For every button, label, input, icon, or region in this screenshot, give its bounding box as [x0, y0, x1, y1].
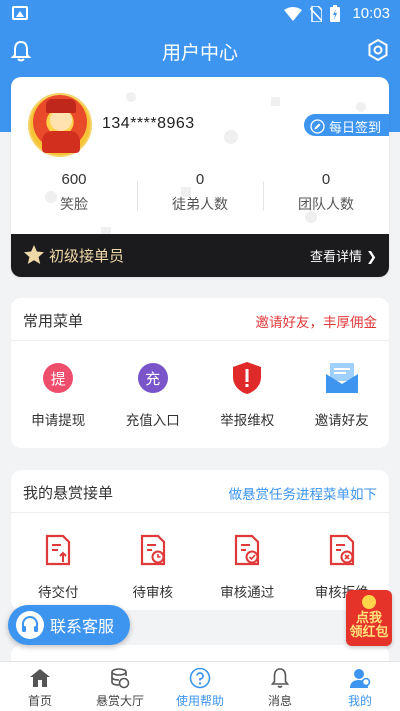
reject-document-icon	[329, 534, 354, 566]
reward-hint: 做悬赏任务进程菜单如下	[228, 487, 378, 503]
home-icon	[30, 669, 50, 687]
order-status-label: 待交付	[38, 585, 79, 601]
order-status-label: 审核通过	[220, 585, 275, 601]
menu-item-label: 举报维权	[220, 413, 275, 429]
common-menu-section: 常用菜单 邀请好友，丰厚佣金 提 申请提现 充 充值入口 举报维权 邀请好友	[11, 298, 389, 448]
menu-item-label: 申请提现	[31, 413, 86, 429]
section-header: 常用菜单 邀请好友，丰厚佣金	[11, 298, 389, 341]
chevron-right-icon: ❯	[366, 250, 377, 265]
status-bar: 10:03	[0, 0, 400, 28]
stat-value: 0	[195, 171, 205, 188]
next-section-partial	[11, 645, 389, 661]
upload-document-icon	[46, 534, 71, 566]
stats-row: 600 笑脸 0 徒弟人数 0 团队人数	[11, 171, 389, 214]
order-pending-review[interactable]: 待审核	[106, 533, 201, 601]
red-packet-line2: 领红包	[349, 625, 389, 640]
edit-icon	[310, 118, 325, 134]
page-title: 用户中心	[161, 42, 238, 64]
clock-document-icon	[140, 534, 165, 566]
stat-smiles[interactable]: 600 笑脸	[11, 171, 137, 214]
section-title: 常用菜单	[23, 312, 84, 330]
daily-signin-button[interactable]: 每日签到	[303, 114, 389, 136]
wifi-icon	[284, 6, 302, 21]
image-notification-icon	[12, 6, 28, 20]
stat-label: 笑脸	[60, 197, 88, 213]
tab-label: 使用帮助	[175, 694, 224, 708]
status-icons	[284, 5, 340, 22]
reward-orders-section: 我的悬赏接单 做悬赏任务进程菜单如下 待交付 待审核 审核通过 审核拒绝	[11, 470, 389, 610]
section-header: 我的悬赏接单 做悬赏任务进程菜单如下	[11, 470, 389, 513]
tab-help[interactable]: 使用帮助	[160, 662, 240, 711]
clock: 10:03	[352, 5, 390, 22]
profile-card: 134****8963 每日签到 600 笑脸 0 徒弟人数 0 团队人数 初级…	[11, 77, 389, 277]
user-icon	[350, 669, 371, 688]
stat-team[interactable]: 0 团队人数	[263, 171, 389, 214]
app-header: 用户中心	[0, 28, 400, 74]
level-bar[interactable]: 初级接单员 查看详情 ❯	[11, 234, 389, 277]
stat-value: 0	[321, 171, 331, 188]
user-phone: 134****8963	[102, 115, 195, 132]
tab-label: 我的	[347, 694, 372, 708]
order-status-label: 待审核	[132, 585, 174, 601]
help-icon	[189, 667, 211, 689]
view-details-link[interactable]: 查看详情 ❯	[310, 246, 377, 265]
menu-item-report[interactable]: 举报维权	[200, 361, 295, 429]
menu-item-label: 邀请好友	[314, 413, 369, 429]
recharge-icon: 充	[137, 363, 168, 393]
order-pending-delivery[interactable]: 待交付	[11, 533, 106, 601]
no-sim-icon	[310, 5, 322, 22]
menu-grid: 提 申请提现 充 充值入口 举报维权 邀请好友	[11, 341, 389, 429]
contact-service-label: 联系客服	[50, 617, 115, 636]
stat-value: 600	[61, 171, 87, 188]
tab-reward-hall[interactable]: 悬赏大厅	[80, 662, 160, 711]
withdraw-icon: 提	[43, 363, 74, 393]
envelope-icon	[325, 363, 358, 393]
bottom-tab-bar: 首页 悬赏大厅 使用帮助 消息 我的	[0, 661, 400, 711]
order-status-grid: 待交付 待审核 审核通过 审核拒绝	[11, 513, 389, 601]
bell-icon	[270, 668, 290, 688]
menu-item-withdraw[interactable]: 提 申请提现	[11, 361, 106, 429]
menu-item-invite[interactable]: 邀请好友	[295, 361, 390, 429]
menu-item-label: 充值入口	[125, 413, 180, 429]
tab-home[interactable]: 首页	[0, 662, 80, 711]
check-document-icon	[235, 534, 260, 566]
stat-apprentices[interactable]: 0 徒弟人数	[137, 171, 263, 214]
stat-label: 徒弟人数	[172, 197, 228, 213]
menu-item-recharge[interactable]: 充 充值入口	[106, 361, 201, 429]
settings-icon[interactable]	[366, 38, 390, 62]
avatar[interactable]	[28, 93, 92, 157]
shield-alert-icon	[233, 362, 262, 394]
red-packet-line1: 点我	[355, 611, 382, 626]
signin-label: 每日签到	[328, 120, 381, 136]
level-name: 初级接单员	[49, 247, 125, 265]
star-icon	[24, 245, 44, 264]
tab-label: 悬赏大厅	[95, 694, 144, 708]
view-details-label: 查看详情	[309, 250, 362, 265]
contact-service-button[interactable]: 联系客服	[8, 605, 130, 645]
red-packet-button[interactable]: 点我 领红包	[346, 590, 392, 646]
stat-label: 团队人数	[298, 197, 354, 213]
coin-icon	[362, 595, 376, 609]
order-approved[interactable]: 审核通过	[200, 533, 295, 601]
coins-icon	[111, 668, 130, 689]
headset-icon	[16, 611, 44, 639]
tab-label: 消息	[267, 694, 292, 708]
section-title: 我的悬赏接单	[23, 484, 114, 502]
tab-label: 首页	[27, 694, 52, 708]
tab-messages[interactable]: 消息	[240, 662, 320, 711]
tab-mine[interactable]: 我的	[320, 662, 400, 711]
invite-promo-link[interactable]: 邀请好友，丰厚佣金	[256, 311, 378, 331]
battery-charging-icon	[330, 5, 340, 22]
